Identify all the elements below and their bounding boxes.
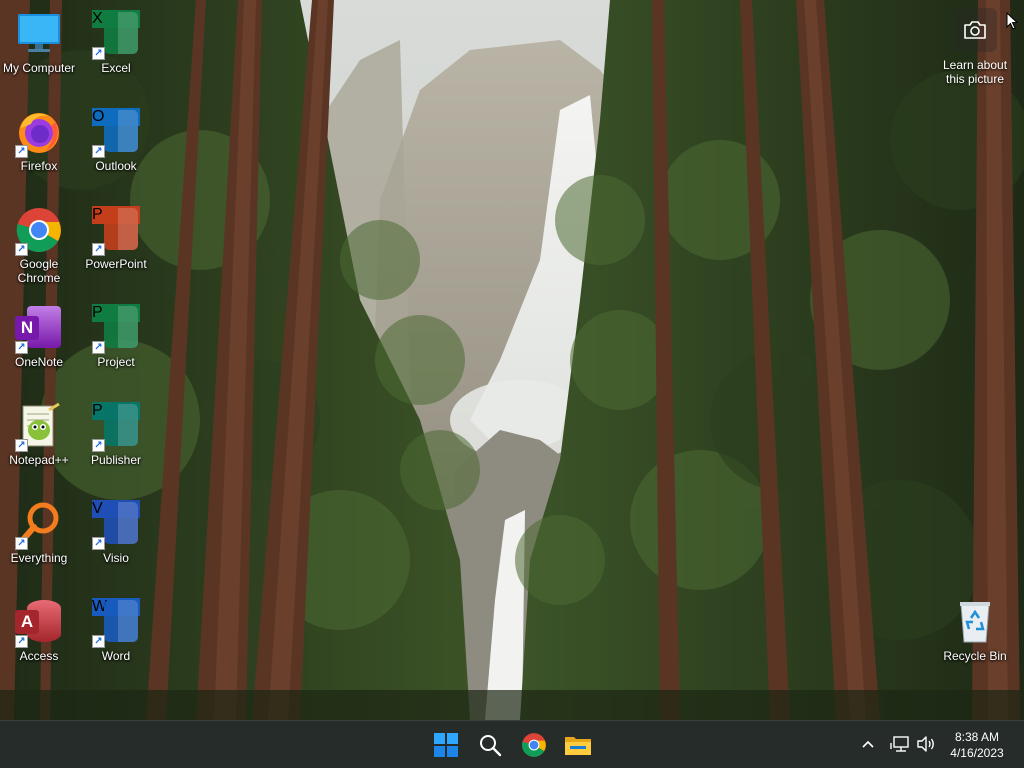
- mouse-cursor-icon: [1006, 11, 1019, 35]
- chevron-up-icon: [862, 740, 874, 748]
- camera-icon: [953, 8, 997, 52]
- taskbar: 8:38 AM 4/16/2023: [0, 720, 1024, 768]
- desktop-icon-word[interactable]: W ↗ Word: [78, 596, 154, 686]
- desktop-icon-label: Firefox: [20, 159, 58, 173]
- desktop-icon-label: Word: [101, 649, 131, 663]
- shortcut-arrow-icon: ↗: [15, 439, 28, 452]
- shortcut-arrow-icon: ↗: [92, 439, 105, 452]
- shortcut-arrow-icon: ↗: [15, 537, 28, 550]
- everything-search-icon: ↗: [15, 500, 63, 550]
- desktop-icon-label: Recycle Bin: [943, 649, 1007, 663]
- shortcut-arrow-icon: ↗: [15, 635, 28, 648]
- desktop-icon-label: Publisher: [90, 453, 142, 467]
- start-button[interactable]: [428, 727, 464, 763]
- windows-logo-icon: [434, 733, 458, 757]
- taskbar-clock[interactable]: 8:38 AM 4/16/2023: [940, 729, 1014, 761]
- desktop-icon-publisher[interactable]: P ↗ Publisher: [78, 400, 154, 490]
- desktop-icon-recycle-bin[interactable]: Recycle Bin: [937, 596, 1013, 686]
- desktop-icon-label: Project: [97, 355, 135, 369]
- desktop-icon-my-computer[interactable]: My Computer: [1, 8, 77, 98]
- chrome-icon: [521, 733, 546, 757]
- desktop-icon-notepad-plus-plus[interactable]: ↗ Notepad++: [1, 400, 77, 490]
- shortcut-arrow-icon: ↗: [92, 537, 105, 550]
- firefox-icon: ↗: [15, 108, 63, 158]
- powerpoint-icon: P ↗: [92, 206, 140, 256]
- shortcut-arrow-icon: ↗: [92, 243, 105, 256]
- desktop-icon-google-chrome[interactable]: ↗ Google Chrome: [1, 204, 77, 294]
- shortcut-arrow-icon: ↗: [92, 341, 105, 354]
- desktop-icon-firefox[interactable]: ↗ Firefox: [1, 106, 77, 196]
- shortcut-arrow-icon: ↗: [92, 635, 105, 648]
- publisher-icon: P ↗: [92, 402, 140, 452]
- shortcut-arrow-icon: ↗: [92, 47, 105, 60]
- desktop-icon-project[interactable]: P ↗ Project: [78, 302, 154, 392]
- shortcut-arrow-icon: ↗: [15, 341, 28, 354]
- onenote-icon: N ↗: [15, 304, 63, 354]
- desktop-icon-everything[interactable]: ↗ Everything: [1, 498, 77, 588]
- desktop-icon-label: Everything: [10, 551, 68, 565]
- desktop-icon-label: Access: [19, 649, 59, 663]
- file-explorer-button[interactable]: [560, 727, 596, 763]
- desktop-icon-label: PowerPoint: [85, 257, 147, 271]
- access-icon: A ↗: [15, 598, 63, 648]
- onenote-letter: N: [15, 316, 39, 340]
- desktop-icon-access[interactable]: A ↗ Access: [1, 596, 77, 686]
- desktop-icon-onenote[interactable]: N ↗ OneNote: [1, 302, 77, 392]
- search-icon: [480, 735, 502, 757]
- desktop-icon-label: Outlook: [95, 159, 137, 173]
- learn-about-label: Learn about this picture: [942, 58, 1008, 86]
- access-letter: A: [15, 610, 39, 634]
- folder-icon: [565, 737, 591, 755]
- desktop-icon-label: Excel: [101, 61, 131, 75]
- outlook-icon: O ↗: [92, 108, 140, 158]
- speaker-icon: [917, 736, 934, 752]
- chrome-icon: ↗: [15, 206, 63, 256]
- search-button[interactable]: [472, 727, 508, 763]
- clock-date: 4/16/2023: [950, 746, 1004, 760]
- monitor-icon: [15, 10, 63, 58]
- clock-time: 8:38 AM: [954, 730, 1000, 744]
- desktop-icon-label: Visio: [103, 551, 129, 565]
- desktop-icon-label: My Computer: [2, 61, 76, 75]
- network-button[interactable]: [888, 733, 912, 755]
- visio-icon: V ↗: [92, 500, 140, 550]
- desktop-icon-label: Notepad++: [9, 453, 69, 467]
- shortcut-arrow-icon: ↗: [15, 145, 28, 158]
- network-icon: [890, 736, 909, 752]
- notepad-plus-plus-icon: ↗: [15, 402, 63, 452]
- tray-overflow-button[interactable]: [858, 733, 878, 755]
- project-icon: P ↗: [92, 304, 140, 354]
- desktop-icon-excel[interactable]: X ↗ Excel: [78, 8, 154, 98]
- shortcut-arrow-icon: ↗: [15, 243, 28, 256]
- desktop-icon-label: Google Chrome: [17, 257, 61, 285]
- shortcut-arrow-icon: ↗: [92, 145, 105, 158]
- desktop-icon-outlook[interactable]: O ↗ Outlook: [78, 106, 154, 196]
- excel-icon: X ↗: [92, 10, 140, 60]
- chrome-taskbar-button[interactable]: [516, 727, 552, 763]
- desktop-icon-label: OneNote: [14, 355, 64, 369]
- recycle-bin-icon: [951, 598, 999, 646]
- word-icon: W ↗: [92, 598, 140, 648]
- desktop-icon-powerpoint[interactable]: P ↗ PowerPoint: [78, 204, 154, 294]
- volume-button[interactable]: [914, 733, 938, 755]
- desktop-icon-visio[interactable]: V ↗ Visio: [78, 498, 154, 588]
- learn-about-this-picture[interactable]: Learn about this picture: [939, 8, 1011, 90]
